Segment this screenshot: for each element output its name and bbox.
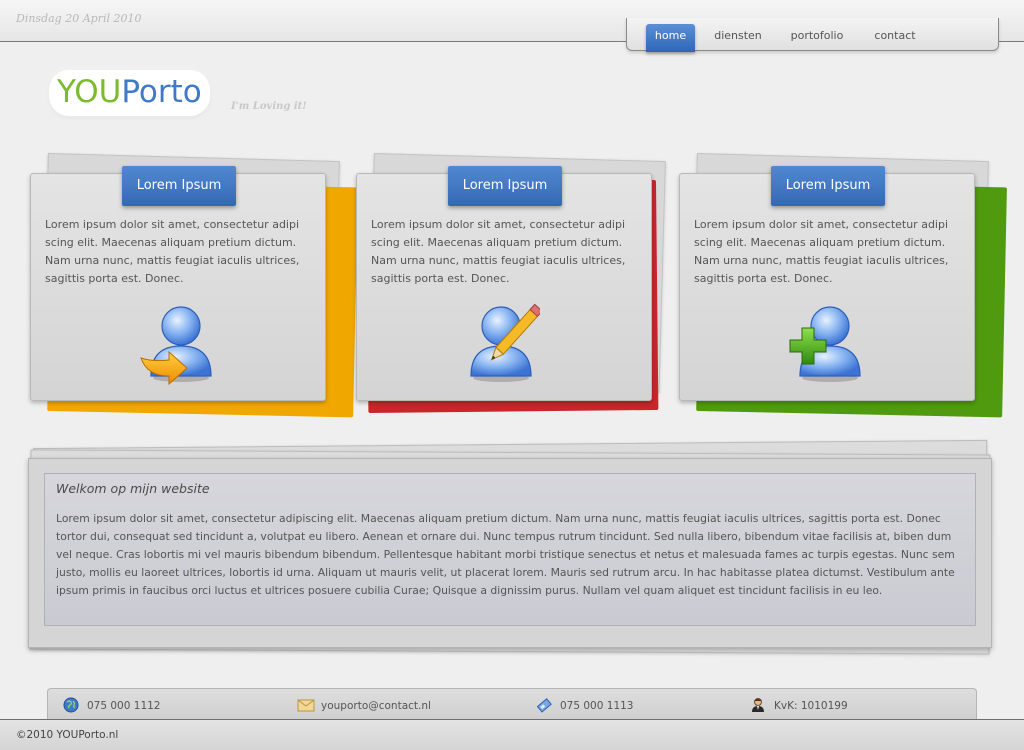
nav-diensten[interactable]: diensten bbox=[707, 24, 769, 52]
contact-email-text: youporto@contact.nl bbox=[321, 700, 431, 712]
feature-card-2: Lorem ipsum dolor sit amet, consectetur … bbox=[356, 153, 671, 413]
current-date: Dinsdag 20 April 2010 bbox=[16, 12, 142, 25]
welcome-section: Welkom op mijn website Lorem ipsum dolor… bbox=[28, 439, 994, 660]
logo-you: YOU bbox=[57, 74, 122, 110]
user-arrow-icon[interactable] bbox=[139, 296, 214, 386]
contact-kvk-text: KvK: 1010199 bbox=[774, 700, 848, 712]
welcome-content: Welkom op mijn website Lorem ipsum dolor… bbox=[44, 473, 976, 626]
feature-card-3: Lorem ipsum dolor sit amet, consectetur … bbox=[679, 153, 1007, 418]
welcome-title: Welkom op mijn website bbox=[56, 481, 210, 496]
card-title-tab: Lorem Ipsum bbox=[122, 166, 236, 206]
card-text: Lorem ipsum dolor sit amet, consectetur … bbox=[694, 218, 949, 285]
card-text: Lorem ipsum dolor sit amet, consectetur … bbox=[371, 218, 626, 285]
user-add-icon[interactable] bbox=[788, 296, 863, 386]
contact-fax-text: 075 000 1113 bbox=[560, 700, 634, 712]
user-edit-icon[interactable] bbox=[465, 296, 543, 386]
logo-porto: Porto bbox=[121, 74, 202, 110]
envelope-icon bbox=[297, 697, 315, 713]
person-icon bbox=[750, 697, 766, 713]
copyright: ©2010 YOUPorto.nl bbox=[16, 729, 119, 741]
nav-contact[interactable]: contact bbox=[867, 24, 923, 52]
globe-icon bbox=[63, 697, 79, 713]
nav-home[interactable]: home bbox=[646, 24, 695, 52]
card-front: Lorem ipsum dolor sit amet, consectetur … bbox=[356, 173, 652, 401]
feature-card-1: Lorem ipsum dolor sit amet, consectetur … bbox=[30, 153, 358, 418]
card-front: Lorem ipsum dolor sit amet, consectetur … bbox=[679, 173, 975, 401]
footer: ©2010 YOUPorto.nl bbox=[0, 719, 1024, 750]
main-navigation: home diensten portofolio contact bbox=[626, 18, 999, 52]
tagline: I'm Loving it! bbox=[231, 101, 307, 112]
card-text: Lorem ipsum dolor sit amet, consectetur … bbox=[45, 218, 300, 285]
card-title-tab: Lorem Ipsum bbox=[771, 166, 885, 206]
site-logo[interactable]: YOUPorto bbox=[49, 70, 210, 116]
nav-portofolio[interactable]: portofolio bbox=[783, 24, 851, 52]
welcome-text: Lorem ipsum dolor sit amet, consectetur … bbox=[56, 512, 955, 597]
welcome-panel: Welkom op mijn website Lorem ipsum dolor… bbox=[28, 458, 992, 648]
contact-bar: 075 000 1112 youporto@contact.nl 075 000… bbox=[47, 688, 977, 720]
card-front: Lorem ipsum dolor sit amet, consectetur … bbox=[30, 173, 326, 401]
contact-phone-text: 075 000 1112 bbox=[87, 700, 161, 712]
card-title-tab: Lorem Ipsum bbox=[448, 166, 562, 206]
fax-icon bbox=[536, 697, 552, 713]
